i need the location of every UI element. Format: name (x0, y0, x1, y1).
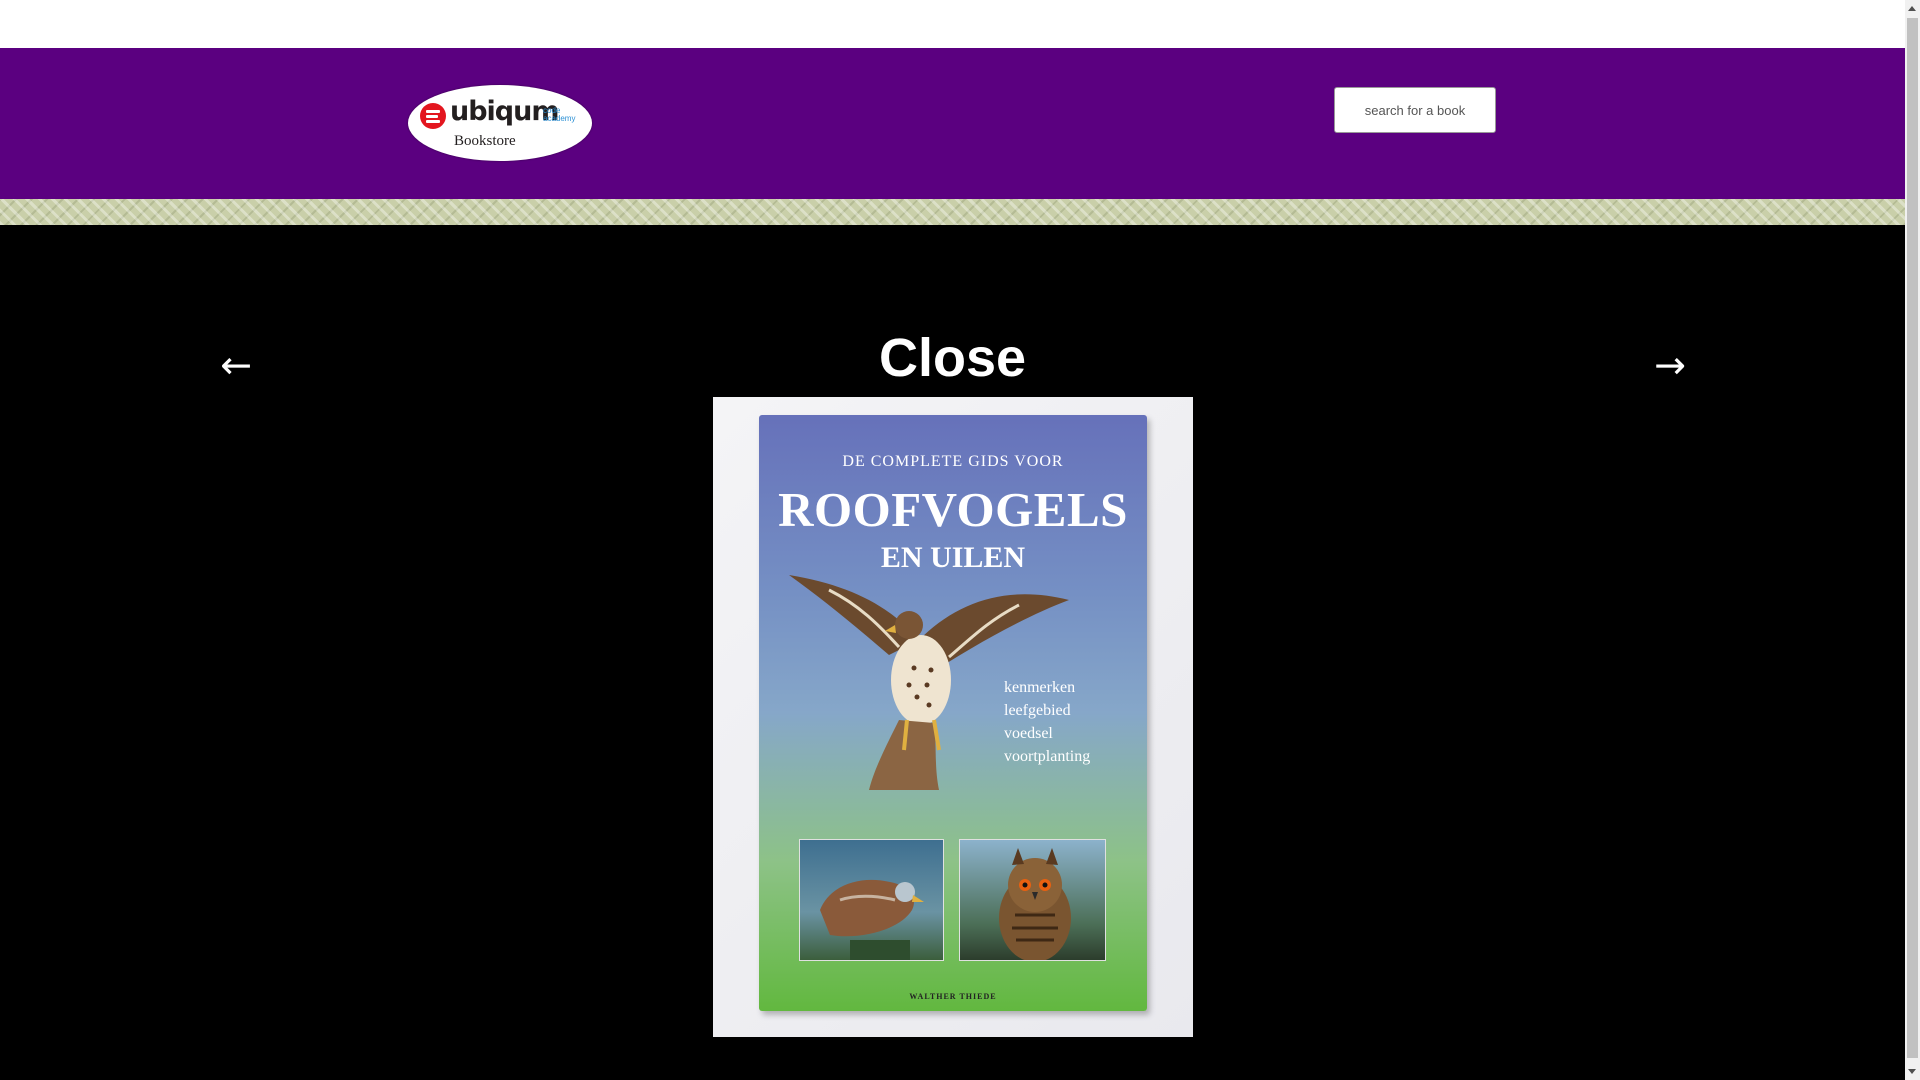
top-strip (0, 0, 1905, 48)
close-button[interactable]: Close (640, 322, 1265, 394)
book-cover: DE COMPLETE GIDS VOOR ROOFVOGELS EN UILE… (759, 415, 1147, 1011)
kite-photo (799, 839, 944, 961)
feature-1: kenmerken (1004, 679, 1076, 696)
feature-4: voortplanting (1004, 748, 1091, 765)
decorative-band (0, 199, 1905, 225)
logo-subtitle: code academy (543, 106, 576, 123)
logo-caption: Bookstore (454, 133, 516, 149)
owl-photo (959, 839, 1106, 961)
scrollbar[interactable] (1905, 0, 1920, 1080)
feature-2: leefgebied (1004, 702, 1071, 719)
scroll-down-arrow-icon[interactable] (1905, 1063, 1920, 1080)
ubiqum-logo-icon (420, 103, 446, 129)
scrollbar-thumb[interactable] (1907, 18, 1918, 1058)
book-top-line: DE COMPLETE GIDS VOOR (842, 453, 1064, 470)
scroll-up-arrow-icon[interactable] (1905, 0, 1920, 17)
book-title: ROOFVOGELS (778, 482, 1128, 537)
owl-photo-icon (999, 848, 1071, 960)
prev-arrow-button[interactable]: ← (206, 340, 266, 390)
next-arrow-button[interactable]: → (1640, 340, 1700, 390)
kite-photo-icon (820, 879, 924, 960)
search-input[interactable] (1334, 87, 1496, 133)
site-header (0, 48, 1905, 199)
site-logo[interactable]: ubiqum code academy Bookstore (408, 85, 592, 161)
book-author: WALTHER THIEDE (909, 992, 997, 1001)
feature-3: voedsel (1004, 725, 1053, 742)
lightbox-image: DE COMPLETE GIDS VOOR ROOFVOGELS EN UILE… (713, 397, 1193, 1037)
